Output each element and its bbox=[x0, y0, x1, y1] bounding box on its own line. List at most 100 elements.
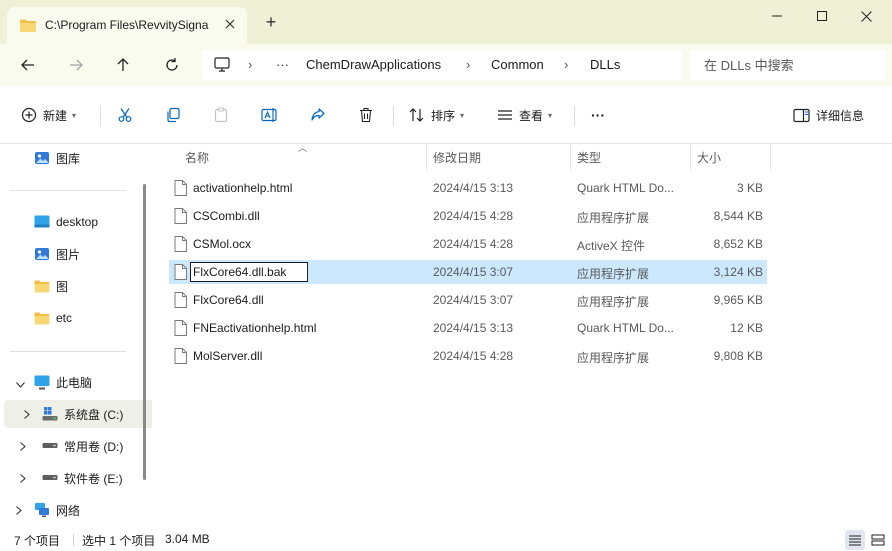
sidebar-item-this-pc[interactable]: 此电脑 bbox=[0, 368, 152, 396]
sidebar-label: 图 bbox=[56, 279, 69, 294]
divider bbox=[10, 351, 126, 352]
table-row[interactable]: CSMol.ocx 2024/4/15 4:28 ActiveX 控件 8,652 K… bbox=[169, 232, 767, 256]
chevron-right-icon[interactable] bbox=[16, 504, 22, 518]
tiles-view-button[interactable] bbox=[868, 530, 888, 550]
folder-icon bbox=[19, 18, 37, 36]
file-type: 应用程序扩展 bbox=[577, 211, 650, 225]
view-label: 查看 bbox=[519, 108, 544, 123]
gallery-icon bbox=[34, 150, 50, 166]
file-icon bbox=[174, 264, 187, 283]
sidebar-item-drive-d[interactable]: 常用卷 (D:) bbox=[0, 432, 152, 460]
sidebar-item-etc[interactable]: etc bbox=[0, 304, 152, 332]
sidebar-item-folder-tu[interactable]: 图 bbox=[0, 272, 152, 300]
column-header-name[interactable]: 名称 bbox=[185, 144, 209, 170]
system-drive-icon bbox=[42, 406, 58, 422]
chevron-right-icon[interactable]: › bbox=[564, 57, 568, 72]
table-row[interactable]: FNEactivationhelp.html 2024/4/15 3:13 Quar… bbox=[169, 316, 767, 340]
table-row[interactable]: MolServer.dll 2024/4/15 4:28 应用程序扩展 9,808 K… bbox=[169, 344, 767, 368]
breadcrumb-chemdrawapplications[interactable]: ChemDrawApplications bbox=[306, 57, 441, 72]
network-icon bbox=[34, 502, 50, 518]
divider bbox=[393, 106, 394, 126]
folder-icon bbox=[34, 310, 50, 326]
drive-icon bbox=[42, 470, 58, 486]
share-icon bbox=[311, 108, 325, 121]
new-tab-button[interactable]: + bbox=[262, 13, 280, 31]
rename-button[interactable] bbox=[261, 104, 279, 126]
file-type: Quark HTML Do... bbox=[577, 181, 674, 195]
chevron-right-icon[interactable] bbox=[20, 440, 26, 454]
file-list: 名称 ︿ 修改日期 类型 大小 activationhelp.html 2024/… bbox=[152, 143, 892, 529]
file-icon bbox=[174, 180, 187, 199]
details-view-button[interactable] bbox=[845, 530, 865, 550]
selected-size: 3.04 MB bbox=[165, 532, 210, 546]
file-size: 3,124 KB bbox=[713, 265, 763, 279]
column-header-date[interactable]: 修改日期 bbox=[433, 144, 481, 170]
chevron-right-icon[interactable] bbox=[20, 472, 26, 486]
drive-icon bbox=[42, 438, 58, 454]
title-bar[interactable]: C:\Program Files\RevvitySigna + bbox=[0, 0, 892, 44]
file-size: 9,808 KB bbox=[713, 349, 763, 363]
sidebar-item-pictures[interactable]: 图片 bbox=[0, 240, 152, 268]
chevron-down-icon: ▾ bbox=[460, 110, 465, 120]
table-row[interactable]: activationhelp.html 2024/4/15 3:13 Quark H… bbox=[169, 176, 767, 200]
trash-icon bbox=[360, 107, 372, 123]
sidebar-item-drive-e[interactable]: 软件卷 (E:) bbox=[0, 464, 152, 492]
chevron-right-icon[interactable]: › bbox=[248, 57, 252, 72]
close-tab-icon[interactable] bbox=[221, 15, 239, 33]
new-button[interactable]: 新建 ▾ bbox=[21, 104, 76, 126]
refresh-button[interactable] bbox=[160, 53, 184, 77]
chevron-right-icon[interactable]: › bbox=[466, 57, 470, 72]
chevron-down-icon[interactable] bbox=[16, 377, 25, 391]
more-options-button[interactable]: ··· bbox=[591, 104, 605, 126]
share-button[interactable] bbox=[310, 104, 326, 126]
computer-icon[interactable] bbox=[214, 57, 230, 75]
minimize-button[interactable] bbox=[757, 4, 797, 28]
details-pane-button[interactable]: 详细信息 bbox=[793, 104, 864, 126]
breadcrumb-dlls[interactable]: DLLs bbox=[590, 57, 620, 72]
file-icon bbox=[174, 348, 187, 367]
chevron-down-icon: ▾ bbox=[72, 110, 77, 120]
chevron-right-icon[interactable] bbox=[24, 408, 30, 422]
file-name: activationhelp.html bbox=[193, 181, 293, 195]
table-row[interactable]: CSCombi.dll 2024/4/15 4:28 应用程序扩展 8,544 KB bbox=[169, 204, 767, 228]
breadcrumb-common[interactable]: Common bbox=[491, 57, 544, 72]
column-divider[interactable] bbox=[690, 144, 691, 170]
desktop-folder-icon bbox=[34, 214, 50, 230]
sidebar-label: 网络 bbox=[56, 503, 81, 518]
sidebar-label: desktop bbox=[56, 215, 99, 229]
breadcrumb-overflow[interactable]: ··· bbox=[276, 57, 289, 72]
navigation-bar: › ··· ChemDrawApplications › Common › DL… bbox=[0, 44, 892, 86]
up-button[interactable] bbox=[111, 53, 135, 77]
table-row[interactable]: FlxCore64.dll 2024/4/15 3:07 应用程序扩展 9,965 K… bbox=[169, 288, 767, 312]
cut-button[interactable] bbox=[117, 104, 133, 126]
forward-button[interactable] bbox=[64, 53, 88, 77]
copy-button[interactable] bbox=[165, 104, 181, 126]
file-type: ActiveX 控件 bbox=[577, 239, 646, 253]
column-divider[interactable] bbox=[770, 144, 771, 170]
rename-input[interactable] bbox=[190, 262, 308, 282]
column-header-type[interactable]: 类型 bbox=[577, 144, 601, 170]
back-button[interactable] bbox=[16, 53, 40, 77]
sidebar-item-drive-c[interactable]: 系统盘 (C:) bbox=[4, 400, 152, 428]
folder-icon bbox=[34, 278, 50, 294]
close-window-button[interactable] bbox=[846, 4, 886, 28]
delete-button[interactable] bbox=[358, 104, 374, 126]
paste-button[interactable] bbox=[213, 104, 229, 126]
maximize-button[interactable] bbox=[802, 4, 842, 28]
table-row[interactable]: 2024/4/15 3:07 应用程序扩展 3,124 KB bbox=[169, 260, 767, 284]
item-count: 7 个项目 bbox=[14, 534, 61, 548]
sidebar-item-desktop[interactable]: desktop bbox=[0, 208, 152, 236]
column-divider[interactable] bbox=[570, 144, 571, 170]
sidebar-item-network[interactable]: 网络 bbox=[0, 496, 152, 524]
sort-button[interactable]: 排序 ▾ bbox=[409, 104, 464, 126]
column-divider[interactable] bbox=[426, 144, 427, 170]
sidebar-item-gallery[interactable]: 图库 bbox=[0, 144, 152, 172]
view-button[interactable]: 查看 ▾ bbox=[497, 104, 552, 126]
explorer-tab[interactable]: C:\Program Files\RevvitySigna bbox=[7, 7, 247, 44]
details-pane-icon bbox=[793, 108, 810, 122]
nav-pane-scrollbar[interactable] bbox=[143, 184, 146, 480]
search-input[interactable] bbox=[690, 50, 886, 80]
column-header-size[interactable]: 大小 bbox=[697, 144, 721, 170]
file-icon bbox=[174, 292, 187, 311]
address-bar[interactable]: › ··· ChemDrawApplications › Common › DL… bbox=[202, 50, 682, 80]
